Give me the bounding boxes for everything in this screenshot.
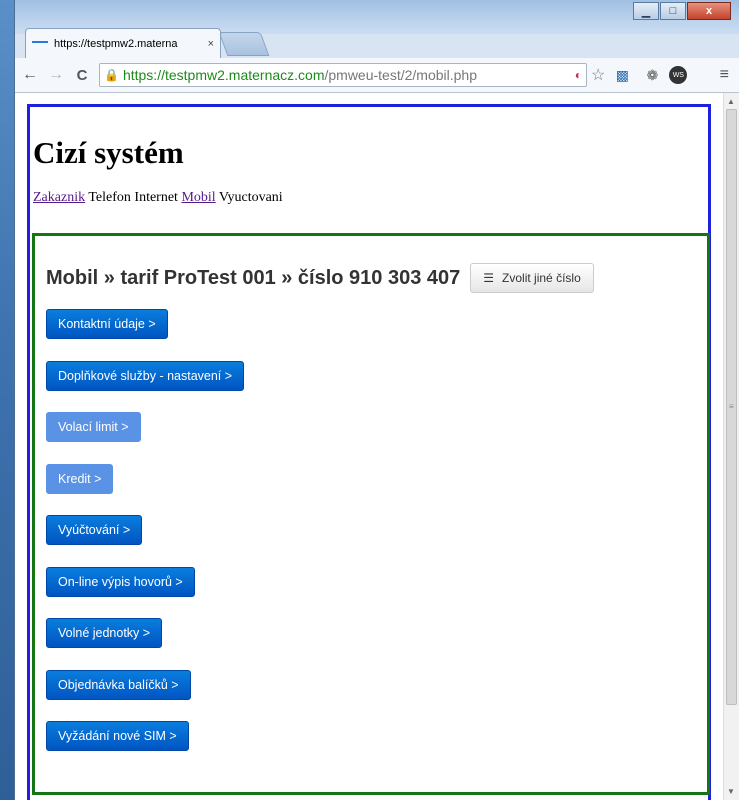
action-button[interactable]: On-line výpis hovorů > — [46, 566, 195, 597]
menu-item-internet: Internet — [134, 190, 178, 205]
scroll-thumb[interactable]: ≡ — [726, 109, 737, 705]
heading-row: Mobil » tarif ProTest 001 » číslo 910 30… — [46, 263, 594, 293]
scroll-up-icon[interactable]: ▲ — [727, 97, 735, 106]
action-button[interactable]: Volné jednotky > — [46, 618, 163, 648]
browser-toolbar: ← → C 🔒 https://testpmw2.maternacz.com/p… — [15, 58, 739, 93]
action-button[interactable]: Doplňkové služby - nastavení > — [46, 360, 245, 391]
menu-item-vyuctovani: Vyuctovani — [218, 190, 283, 205]
browser-tab[interactable]: https://testpmw2.materna × — [25, 28, 221, 58]
panel-heading: Mobil » tarif ProTest 001 » číslo 910 30… — [46, 266, 461, 289]
browser-window: ▁ □ x https://testpmw2.materna × ← → C 🔒… — [14, 0, 739, 800]
vertical-scrollbar[interactable]: ▲ ≡ ▼ — [723, 93, 739, 800]
action-button[interactable]: Vyúčtování > — [46, 515, 143, 545]
menu-item-zakaznik[interactable]: Zakaznik — [33, 190, 85, 205]
address-bar[interactable]: 🔒 https://testpmw2.maternacz.com/pmweu-t… — [99, 63, 587, 87]
bug-extension-icon[interactable]: ❁ — [639, 67, 665, 84]
change-number-label: Zvolit jiné číslo — [502, 271, 581, 285]
close-window-button[interactable]: x — [687, 2, 731, 20]
mobile-panel: Mobil » tarif ProTest 001 » číslo 910 30… — [32, 233, 710, 795]
action-button[interactable]: Kredit > — [46, 463, 114, 494]
browser-menu-icon[interactable]: ≡ — [720, 66, 729, 84]
action-button[interactable]: Vyžádání nové SIM > — [46, 721, 189, 751]
screenshot-extension-icon[interactable]: ▩ — [609, 67, 635, 84]
reload-icon[interactable]: C — [71, 67, 93, 84]
list-icon: ☰ — [483, 271, 495, 285]
ws-extension-icon[interactable]: WS — [669, 66, 688, 84]
scroll-down-icon[interactable]: ▼ — [727, 787, 735, 796]
url-scheme: https:// — [122, 67, 165, 83]
outer-frame: Cizí systém Zakaznik Telefon Internet Mo… — [27, 104, 711, 800]
tab-title: https://testpmw2.materna — [54, 37, 178, 50]
top-menu: Zakaznik Telefon Internet Mobil Vyuctova… — [33, 190, 708, 206]
minimize-button[interactable]: ▁ — [633, 2, 659, 20]
url-host: testpmw2.maternacz.com — [164, 67, 325, 83]
maximize-button[interactable]: □ — [660, 2, 686, 20]
back-icon[interactable]: ← — [19, 66, 41, 84]
change-number-button[interactable]: ☰ Zvolit jiné číslo — [470, 263, 594, 293]
tab-close-icon[interactable]: × — [208, 38, 214, 50]
page-action-icon[interactable]: ◐ — [575, 68, 582, 82]
url-path: /pmweu-test/2/mobil.php — [324, 67, 478, 83]
new-tab-button[interactable] — [218, 32, 270, 56]
menu-item-mobil[interactable]: Mobil — [181, 190, 215, 205]
action-button[interactable]: Objednávka balíčků > — [46, 669, 191, 700]
action-button[interactable]: Kontaktní údaje > — [46, 309, 168, 339]
window-controls: ▁ □ x — [633, 2, 731, 20]
forward-icon[interactable]: → — [45, 66, 67, 84]
action-button[interactable]: Volací limit > — [46, 412, 141, 442]
menu-item-telefon: Telefon — [88, 190, 131, 205]
page-title: Cizí systém — [33, 135, 184, 170]
action-buttons: Kontaktní údaje > Doplňkové služby - nast… — [46, 309, 245, 773]
page-favicon-icon — [32, 40, 48, 55]
bookmark-star-icon[interactable]: ☆ — [591, 65, 605, 85]
page-viewport: Cizí systém Zakaznik Telefon Internet Mo… — [15, 93, 739, 800]
lock-icon: 🔒 — [104, 68, 119, 82]
